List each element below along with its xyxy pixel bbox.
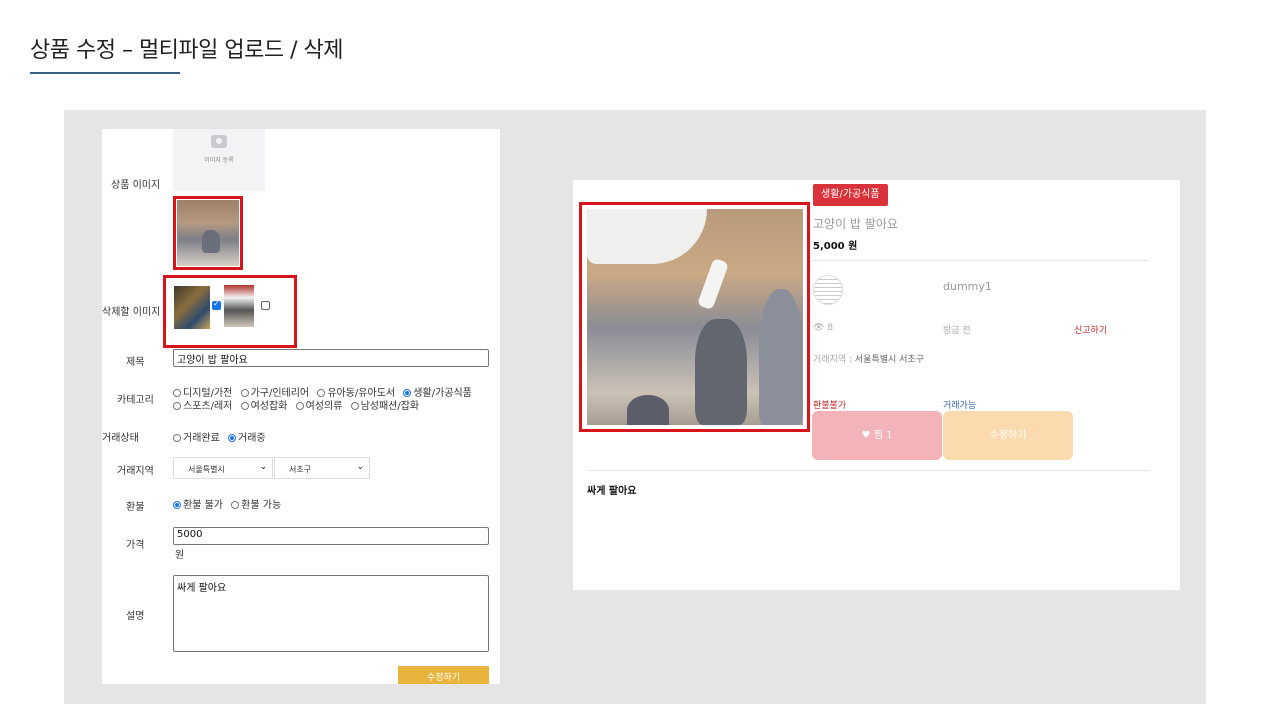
trade-address: 거래지역 : 서울특별시 서초구 bbox=[813, 352, 924, 365]
chevron-down-icon: ⌄ bbox=[356, 462, 364, 472]
like-label: 찜 1 bbox=[873, 430, 893, 441]
product-title: 고양이 밥 팔아요 bbox=[813, 217, 898, 231]
image-register-label: 이미지 등록 bbox=[204, 157, 234, 164]
radio-button[interactable] bbox=[173, 434, 181, 442]
photo-arm-shape bbox=[587, 209, 707, 264]
divider bbox=[587, 470, 1150, 471]
seller-name[interactable]: dummy1 bbox=[943, 280, 992, 293]
radio-button[interactable] bbox=[228, 434, 236, 442]
product-detail-preview: 생활/가공식품 고양이 밥 팔아요 5,000 원 dummy1 👁 8 방금 … bbox=[573, 180, 1180, 590]
like-button[interactable]: ♥ 찜 1 bbox=[812, 411, 942, 460]
delete-image-label: 삭제할 이미지 bbox=[102, 307, 161, 318]
carousel-indicator[interactable] bbox=[679, 415, 717, 417]
price-unit: 원 bbox=[175, 550, 185, 561]
price-label: 가격 bbox=[126, 540, 145, 551]
refund-status: 환불불가 bbox=[813, 401, 847, 411]
chevron-down-icon: ⌄ bbox=[259, 462, 267, 472]
radio-button[interactable] bbox=[350, 402, 359, 410]
product-image-thumbnail[interactable] bbox=[177, 200, 239, 266]
product-edit-form: 이미지 등록 상품 이미지 삭제할 이미지 제목 고양이 밥 팔아요 카테고리 … bbox=[102, 129, 500, 684]
status-label: 거래상태 bbox=[102, 433, 139, 444]
category-option-label: 여성의류 bbox=[305, 401, 343, 412]
divider bbox=[813, 260, 1149, 261]
radio-button[interactable] bbox=[173, 389, 181, 397]
product-price: 5,000 원 bbox=[813, 241, 858, 252]
description-textarea[interactable]: 싸게 팔아요 bbox=[173, 575, 489, 652]
radio-button[interactable] bbox=[295, 402, 304, 410]
region-city-select[interactable]: 서울특별시 ⌄ bbox=[173, 457, 273, 479]
radio-button[interactable] bbox=[240, 402, 249, 410]
region-label: 거래지역 bbox=[117, 466, 154, 477]
title-input[interactable]: 고양이 밥 팔아요 bbox=[173, 349, 489, 367]
category-option[interactable]: 스포츠/레저 bbox=[173, 401, 232, 412]
category-option-label: 여성잡화 bbox=[250, 401, 288, 412]
refund-option[interactable]: 환불 가능 bbox=[231, 500, 281, 511]
refund-option[interactable]: 환불 불가 bbox=[173, 500, 223, 511]
price-input[interactable]: 5000 bbox=[173, 527, 489, 545]
status-option[interactable]: 거래완료 bbox=[173, 433, 220, 444]
address-value: 서울특별시 서초구 bbox=[854, 355, 924, 365]
category-options-row2: 스포츠/레저 여성잡화 여성의류 남성패션/잡화 bbox=[173, 397, 424, 412]
delete-image-checkbox[interactable] bbox=[212, 299, 221, 310]
address-label: 거래지역 : bbox=[813, 355, 853, 365]
radio-button[interactable] bbox=[403, 389, 412, 397]
category-option-label: 스포츠/레저 bbox=[183, 401, 233, 412]
product-description: 싸게 팔아요 bbox=[587, 486, 637, 497]
heart-icon: ♥ bbox=[861, 430, 871, 441]
category-option[interactable]: 여성의류 bbox=[295, 401, 343, 412]
category-option-label: 남성패션/잡화 bbox=[360, 401, 420, 412]
camera-icon bbox=[211, 135, 227, 148]
delete-image-checkbox[interactable] bbox=[261, 301, 270, 310]
product-image-label: 상품 이미지 bbox=[111, 180, 161, 191]
submit-button[interactable]: 수정하기 bbox=[398, 666, 489, 684]
radio-button[interactable] bbox=[173, 501, 181, 509]
title-label: 제목 bbox=[126, 357, 145, 368]
region-district-value: 서초구 bbox=[289, 465, 312, 474]
slide-title: 상품 수정 – 멀티파일 업로드 / 삭제 bbox=[30, 38, 344, 63]
edit-button[interactable]: 수정하기 bbox=[943, 411, 1073, 460]
radio-button[interactable] bbox=[317, 389, 326, 397]
refund-option-label: 환불 가능 bbox=[241, 500, 282, 511]
radio-button[interactable] bbox=[231, 501, 240, 509]
category-option[interactable]: 여성잡화 bbox=[240, 401, 288, 412]
photo-cat-shape bbox=[695, 319, 747, 425]
refund-label: 환불 bbox=[126, 502, 145, 513]
status-option-label: 거래중 bbox=[238, 433, 266, 444]
report-link[interactable]: 신고하기 bbox=[1074, 323, 1107, 336]
description-label: 설명 bbox=[126, 611, 145, 622]
category-option[interactable]: 남성패션/잡화 bbox=[350, 401, 420, 412]
category-badge: 생활/가공식품 bbox=[813, 184, 888, 206]
region-district-select[interactable]: 서초구 ⌄ bbox=[274, 457, 370, 479]
photo-cat-shape bbox=[627, 395, 669, 425]
radio-button[interactable] bbox=[173, 402, 181, 410]
status-options: 거래완료 거래중 bbox=[173, 429, 271, 444]
status-option[interactable]: 거래중 bbox=[228, 433, 266, 444]
view-count-value: 8 bbox=[827, 323, 834, 333]
photo-bottle-shape bbox=[696, 257, 730, 311]
image-register-button[interactable]: 이미지 등록 bbox=[173, 129, 265, 191]
title-underline bbox=[30, 72, 180, 74]
region-city-value: 서울특별시 bbox=[188, 465, 225, 474]
photo-cat-shape bbox=[759, 289, 803, 425]
view-count: 👁 8 bbox=[813, 323, 833, 333]
posted-time: 방금 전 bbox=[943, 326, 971, 336]
refund-options: 환불 불가 환불 가능 bbox=[173, 496, 286, 511]
trade-status: 거래가능 bbox=[943, 401, 977, 411]
refund-option-label: 환불 불가 bbox=[183, 500, 223, 511]
delete-image-thumb bbox=[174, 286, 210, 329]
category-label: 카테고리 bbox=[117, 395, 154, 406]
screenshot-stage: 이미지 등록 상품 이미지 삭제할 이미지 제목 고양이 밥 팔아요 카테고리 … bbox=[64, 110, 1206, 704]
product-photo-carousel[interactable] bbox=[587, 209, 803, 425]
status-option-label: 거래완료 bbox=[183, 433, 220, 444]
delete-image-thumb bbox=[224, 285, 254, 327]
eye-icon: 👁 bbox=[813, 323, 825, 333]
radio-button[interactable] bbox=[240, 389, 249, 397]
seller-avatar[interactable] bbox=[813, 275, 843, 305]
